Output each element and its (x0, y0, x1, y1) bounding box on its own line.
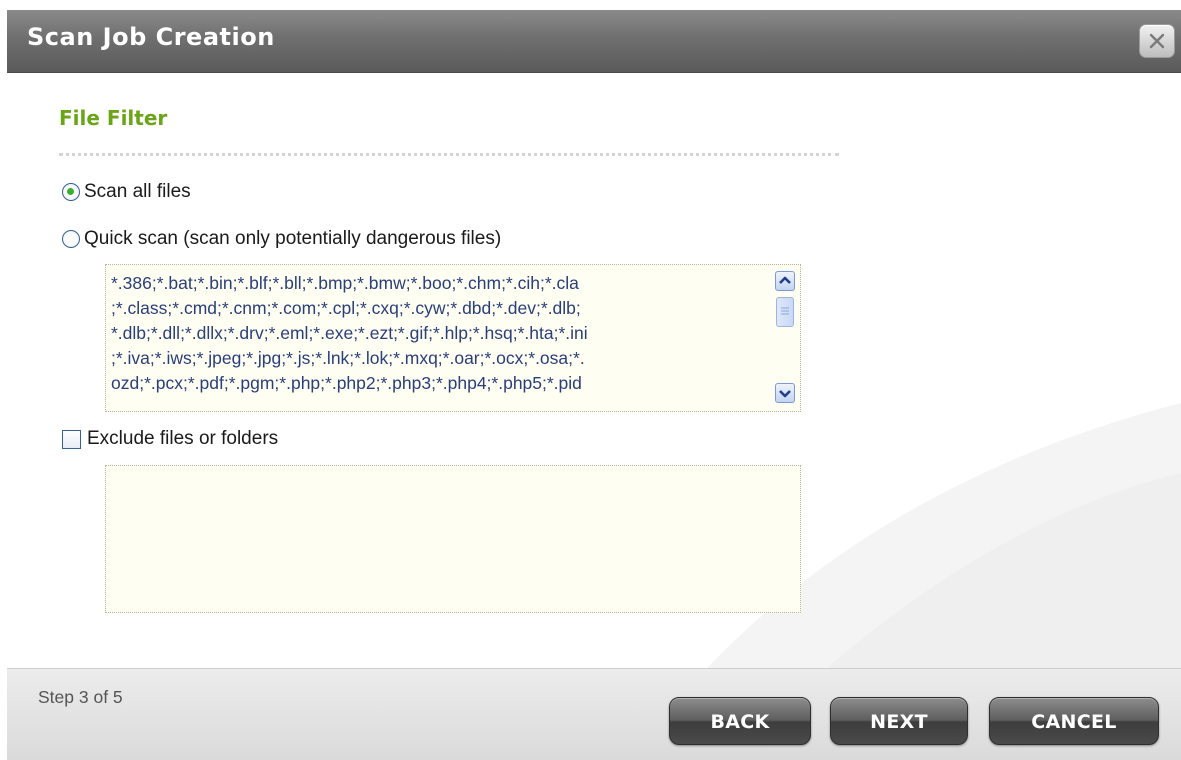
option-quick-scan[interactable]: Quick scan (scan only potentially danger… (62, 228, 501, 250)
back-button[interactable]: BACK (669, 697, 811, 745)
quick-scan-radio[interactable] (62, 230, 80, 248)
extensions-line: *.dlb;*.dll;*.dllx;*.drv;*.eml;*.exe;*.e… (111, 323, 588, 343)
extensions-line: ;*.iva;*.iws;*.jpeg;*.jpg;*.js;*.lnk;*.l… (111, 348, 585, 368)
section-divider (59, 153, 839, 156)
title-bar: Scan Job Creation (7, 10, 1181, 73)
extensions-scrollbar[interactable] (769, 269, 799, 409)
exclude-checkbox[interactable] (62, 429, 81, 449)
extensions-textarea[interactable]: *.386;*.bat;*.bin;*.blf;*.bll;*.bmp;*.bm… (105, 264, 801, 412)
close-button[interactable] (1139, 24, 1175, 58)
cancel-button[interactable]: CANCEL (989, 697, 1159, 745)
extensions-line: *.386;*.bat;*.bin;*.blf;*.bll;*.bmp;*.bm… (111, 273, 579, 293)
close-icon (1149, 33, 1165, 49)
chevron-up-icon (779, 276, 791, 284)
extensions-line: ;*.class;*.cmd;*.cnm;*.com;*.cpl;*.cxq;*… (111, 298, 581, 318)
scroll-up-button[interactable] (775, 271, 795, 291)
exclude-label: Exclude files or folders (87, 428, 279, 449)
quick-scan-label: Quick scan (scan only potentially danger… (84, 228, 502, 249)
chevron-down-icon (779, 390, 791, 398)
option-exclude[interactable]: Exclude files or folders (62, 428, 278, 450)
scroll-thumb[interactable] (776, 297, 794, 327)
option-scan-all[interactable]: Scan all files (62, 181, 191, 203)
step-indicator: Step 3 of 5 (38, 687, 123, 707)
section-title: File Filter (59, 106, 168, 130)
extensions-text: *.386;*.bat;*.bin;*.blf;*.bll;*.bmp;*.bm… (111, 271, 765, 411)
extensions-line: ozd;*.pcx;*.pdf;*.pgm;*.php;*.php2;*.php… (111, 373, 582, 393)
scan-job-dialog: Scan Job Creation File Filter Scan all f… (7, 10, 1181, 760)
scan-all-radio[interactable] (62, 183, 80, 201)
exclude-textarea[interactable] (105, 465, 801, 613)
next-button[interactable]: NEXT (830, 697, 968, 745)
dialog-title: Scan Job Creation (27, 23, 275, 51)
footer: Step 3 of 5 BACK NEXT CANCEL (7, 668, 1181, 760)
scroll-down-button[interactable] (775, 383, 795, 403)
grip-icon (781, 307, 789, 315)
scan-all-label: Scan all files (84, 181, 191, 202)
